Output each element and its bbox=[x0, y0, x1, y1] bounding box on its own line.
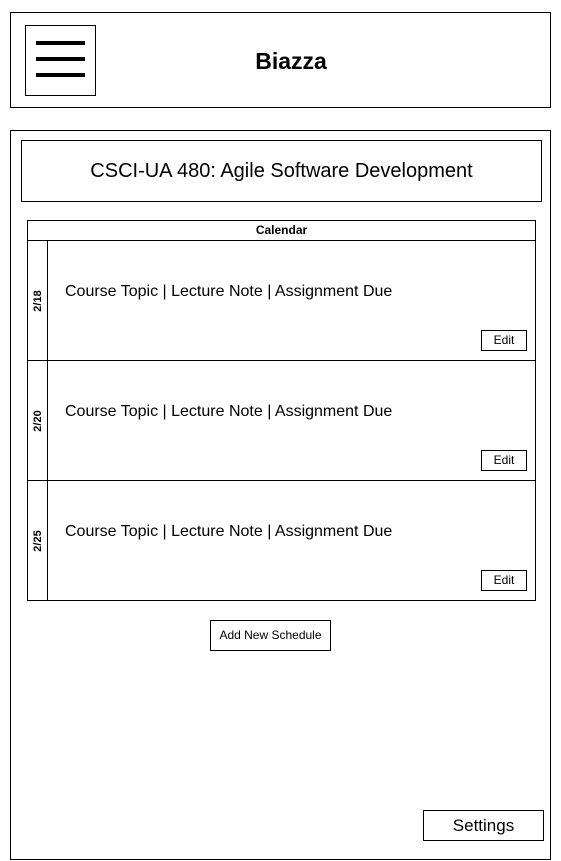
date-cell: 2/20 bbox=[28, 361, 48, 480]
app-title: Biazza bbox=[255, 48, 327, 74]
add-new-schedule-button[interactable]: Add New Schedule bbox=[210, 620, 331, 651]
calendar-heading: Calendar bbox=[28, 221, 535, 241]
date-cell: 2/25 bbox=[28, 481, 48, 601]
course-title: CSCI-UA 480: Agile Software Development bbox=[21, 140, 542, 202]
calendar-row-date: 2/25 bbox=[31, 530, 44, 552]
calendar: Calendar 2/18 Course Topic | Lecture Not… bbox=[27, 220, 536, 601]
edit-button[interactable]: Edit bbox=[481, 450, 527, 471]
settings-button[interactable]: Settings bbox=[423, 810, 544, 841]
calendar-row: 2/18 Course Topic | Lecture Note | Assig… bbox=[28, 241, 535, 361]
calendar-row-date: 2/18 bbox=[31, 289, 44, 312]
calendar-row: 2/20 Course Topic | Lecture Note | Assig… bbox=[28, 361, 535, 481]
menu-icon-bar bbox=[36, 73, 85, 77]
calendar-row-content: Course Topic | Lecture Note | Assignment… bbox=[65, 283, 393, 300]
menu-icon-bar bbox=[36, 57, 85, 61]
main-panel: CSCI-UA 480: Agile Software Development … bbox=[10, 130, 551, 860]
calendar-row: 2/25 Course Topic | Lecture Note | Assig… bbox=[28, 481, 535, 601]
app-header: Biazza bbox=[10, 12, 551, 108]
hamburger-menu-button[interactable] bbox=[25, 25, 96, 96]
edit-button[interactable]: Edit bbox=[481, 570, 527, 591]
date-cell: 2/18 bbox=[28, 241, 48, 360]
calendar-row-content: Course Topic | Lecture Note | Assignment… bbox=[65, 523, 393, 540]
calendar-row-content: Course Topic | Lecture Note | Assignment… bbox=[65, 403, 393, 420]
calendar-row-date: 2/20 bbox=[31, 409, 44, 432]
edit-button[interactable]: Edit bbox=[481, 330, 527, 351]
hamburger-menu-icon bbox=[26, 26, 95, 95]
menu-icon-bar bbox=[36, 41, 85, 45]
